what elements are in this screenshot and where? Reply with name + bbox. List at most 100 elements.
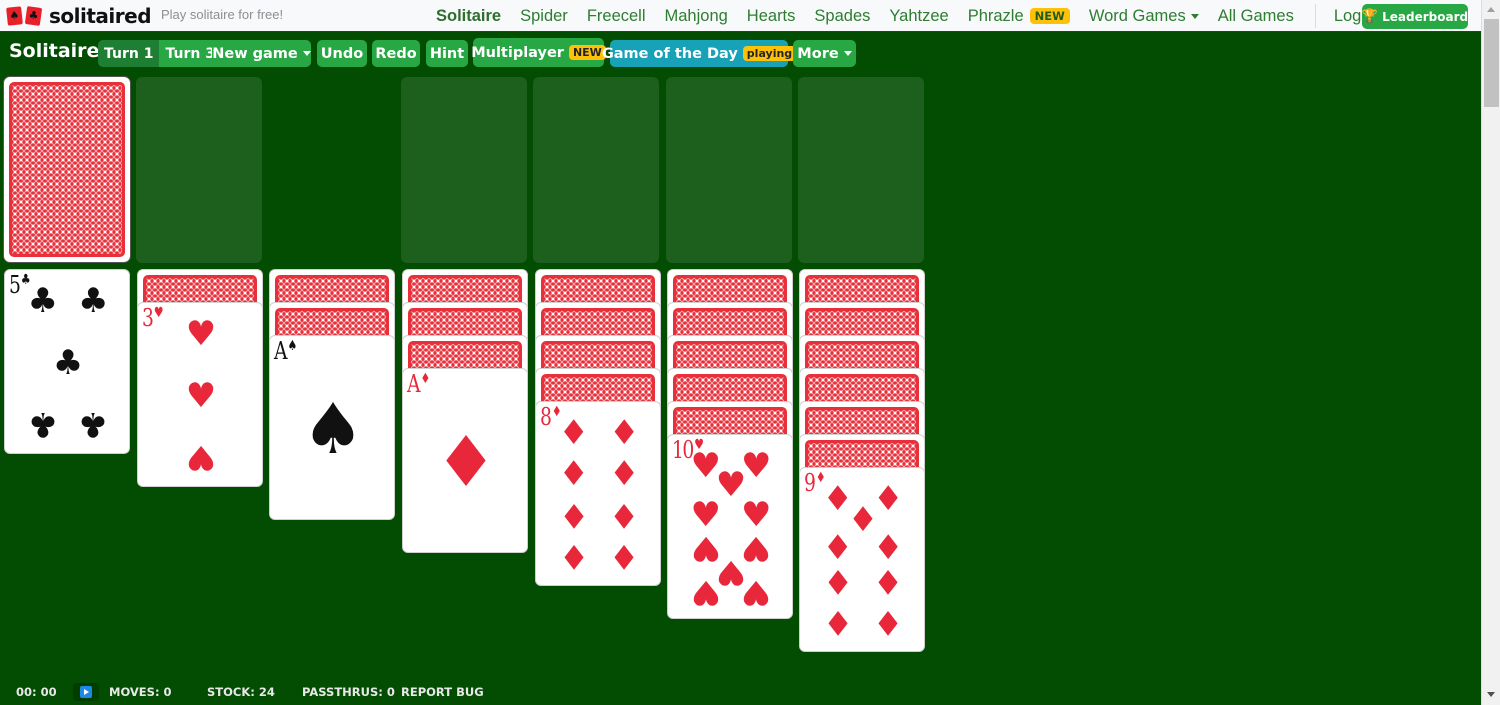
diamonds-pip-icon: ♦	[558, 494, 590, 535]
nav-word-games-label: Word Games	[1088, 6, 1186, 25]
card-rank: 5	[9, 271, 21, 299]
nav-mahjong[interactable]: Mahjong	[665, 7, 728, 26]
nav-links: Solitaire Spider Freecell Mahjong Hearts…	[436, 0, 1393, 32]
foundation-2[interactable]	[533, 77, 659, 263]
nav-hearts[interactable]: Hearts	[747, 7, 796, 26]
logo-club-card-icon: ♣	[24, 6, 43, 26]
game-toolbar: Solitaire Turn 1 Turn 3 New game Undo Re…	[0, 38, 1481, 68]
clubs-pip-icon: ♣	[77, 403, 109, 444]
leaderboard-label: Leaderboard	[1382, 9, 1469, 24]
card-10-of-hearts[interactable]: 10♥10♥♥♥♥♥♥♥♥♥♥♥	[667, 434, 793, 619]
hearts-pip-icon: ♥	[185, 436, 217, 477]
card-corner-index: 10♥	[788, 615, 792, 618]
nav-spades[interactable]: Spades	[814, 7, 870, 26]
card-3-of-hearts[interactable]: 3♥3♥♥♥♥	[137, 302, 263, 487]
logo-cards-icon: ♠ ♣	[5, 5, 45, 27]
nav-divider	[1314, 4, 1316, 28]
card-rank: 3	[142, 304, 154, 332]
scroll-down-arrow-icon[interactable]	[1487, 692, 1495, 697]
new-game-label: New game	[212, 45, 298, 62]
nav-spider[interactable]: Spider	[520, 7, 568, 26]
clubs-pip-icon: ♣	[27, 403, 59, 444]
nav-phrazle-label: Phrazle	[967, 6, 1024, 25]
caret-down-icon	[843, 51, 852, 56]
foundation-1[interactable]	[401, 77, 527, 263]
moves-count: MOVES: 0	[109, 685, 172, 699]
clubs-pip-icon: ♣	[27, 281, 59, 322]
scroll-thumb[interactable]	[1484, 19, 1499, 107]
diamonds-pip-icon: ♦	[822, 601, 854, 642]
spades-icon: ♠	[287, 338, 298, 354]
diamonds-icon: ♦	[420, 371, 431, 387]
waste-pile[interactable]	[136, 77, 262, 263]
card-corner-index: A♦	[523, 549, 527, 552]
redo-button[interactable]: Redo	[372, 40, 420, 67]
diamonds-pip-icon: ♦	[822, 527, 854, 568]
card-rank: A	[407, 370, 421, 398]
passthrus-count: PASSTHRUS: 0	[302, 685, 395, 699]
turn-mode-toggle: Turn 1 Turn 3	[98, 40, 221, 67]
multiplayer-button[interactable]: Multiplayer NEW	[471, 38, 606, 67]
caret-down-icon	[1190, 13, 1199, 19]
turn-1-button[interactable]: Turn 1	[98, 40, 160, 67]
hearts-pip-icon: ♥	[740, 572, 772, 613]
nav-freecell[interactable]: Freecell	[587, 7, 646, 26]
brand-logo[interactable]: ♠ ♣ solitaired	[5, 4, 152, 28]
hearts-pip-icon: ♥	[185, 375, 217, 416]
card-rank: 9	[804, 469, 816, 497]
nav-yahtzee[interactable]: Yahtzee	[889, 7, 948, 26]
nav-solitaire[interactable]: Solitaire	[436, 7, 501, 26]
leaderboard-button[interactable]: 🏆 Leaderboard	[1362, 4, 1468, 29]
tagline: Play solitaire for free!	[161, 7, 284, 22]
caret-down-icon	[302, 51, 311, 56]
card-8-of-diamonds[interactable]: 8♦8♦♦♦♦♦♦♦♦♦	[535, 401, 661, 586]
page-scrollbar[interactable]	[1481, 0, 1500, 705]
top-navbar: ♠ ♣ solitaired Play solitaire for free! …	[0, 0, 1481, 32]
card-a-of-diamonds[interactable]: A♦A♦♦	[402, 368, 528, 553]
card-corner-index: A♦	[407, 372, 430, 396]
clubs-pip-icon: ♣	[52, 342, 84, 383]
diamonds-pip-icon: ♦	[434, 420, 498, 503]
game-of-the-day-label: Game of the Day	[601, 45, 738, 62]
card-rank: A	[274, 337, 288, 365]
status-bar: 00: 00 MOVES: 0 STOCK: 24 PASSTHRUS: 0 R…	[0, 683, 1481, 702]
undo-button[interactable]: Undo	[317, 40, 367, 67]
more-label: More	[797, 45, 839, 62]
scroll-up-arrow-icon[interactable]	[1487, 7, 1495, 12]
game-of-the-day-button[interactable]: Game of the Day playing	[602, 40, 797, 67]
new-badge: NEW	[1029, 8, 1070, 24]
game-title: Solitaire	[9, 40, 100, 62]
card-5-of-clubs[interactable]: 5♣5♣♣♣♣♣♣	[4, 269, 130, 454]
trophy-icon: 🏆	[1361, 9, 1379, 24]
card-corner-index: 3♥	[142, 306, 164, 330]
diamonds-pip-icon: ♦	[822, 560, 854, 601]
card-a-of-spades[interactable]: A♠A♠♠	[269, 335, 395, 520]
spades-pip-icon: ♠	[301, 387, 365, 470]
new-game-dropdown[interactable]: New game	[212, 40, 311, 67]
nav-phrazle[interactable]: Phrazle NEW	[968, 7, 1070, 26]
diamonds-pip-icon: ♦	[558, 454, 590, 495]
hearts-icon: ♥	[153, 305, 164, 321]
diamonds-pip-icon: ♦	[872, 527, 904, 568]
card-corner-index: 8♦	[656, 582, 660, 585]
multiplayer-label: Multiplayer	[471, 44, 564, 61]
card-corner-index: A♠	[390, 516, 394, 519]
logo-spade-card-icon: ♠	[6, 6, 23, 26]
foundation-4[interactable]	[798, 77, 924, 263]
diamonds-pip-icon: ♦	[558, 413, 590, 454]
nav-all-games[interactable]: All Games	[1218, 7, 1294, 26]
foundation-3[interactable]	[666, 77, 792, 263]
report-bug-link[interactable]: REPORT BUG	[401, 685, 484, 699]
nav-word-games-dropdown[interactable]: Word Games	[1089, 7, 1199, 26]
card-corner-index: 5♣	[125, 450, 129, 453]
timer-play-button[interactable]	[73, 683, 99, 701]
timer: 00: 00	[16, 685, 57, 699]
more-dropdown[interactable]: More	[793, 40, 856, 67]
diamonds-pip-icon: ♦	[608, 413, 640, 454]
card-9-of-diamonds[interactable]: 9♦9♦♦♦♦♦♦♦♦♦♦	[799, 467, 925, 652]
card-corner-index: 9♦	[920, 648, 924, 651]
stock-pile[interactable]	[4, 77, 130, 262]
hint-button[interactable]: Hint	[426, 40, 468, 67]
clubs-pip-icon: ♣	[77, 281, 109, 322]
hearts-pip-icon: ♥	[690, 572, 722, 613]
